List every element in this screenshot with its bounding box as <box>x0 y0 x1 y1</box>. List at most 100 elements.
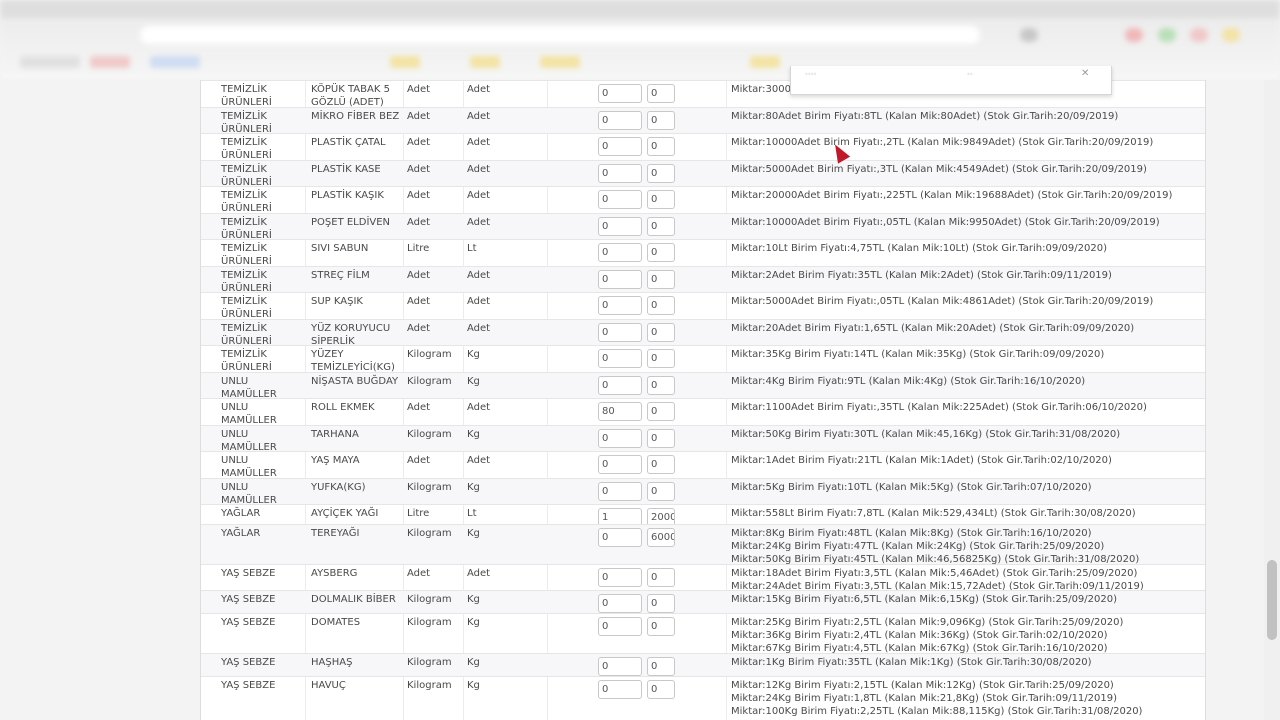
stock-info-line: Miktar:558Lt Birim Fiyatı:7,8TL (Kalan M… <box>731 508 1136 519</box>
product-name-cell: AYSBERG <box>311 568 358 579</box>
unit-cell: Kilogram <box>407 376 452 387</box>
quantity-input[interactable]: 0 <box>598 594 642 613</box>
amount-input[interactable]: 0 <box>647 111 675 130</box>
amount-input[interactable]: 0 <box>647 429 675 448</box>
extension-icon[interactable] <box>1190 28 1208 42</box>
extension-icon[interactable] <box>1020 28 1038 42</box>
quantity-input[interactable]: 0 <box>598 243 642 262</box>
quantity-input[interactable]: 0 <box>598 568 642 587</box>
stock-info-cell: Miktar:10000Adet Birim Fiyatı:,2TL (Kala… <box>731 136 1201 149</box>
quantity-input[interactable]: 0 <box>598 217 642 236</box>
amount-input[interactable]: 0 <box>647 349 675 368</box>
quantity-input[interactable]: 0 <box>598 190 642 209</box>
product-name-cell: HAVUÇ <box>311 680 346 691</box>
unit-cell: Adet <box>407 190 431 201</box>
amount-input[interactable]: 0 <box>647 137 675 156</box>
close-icon[interactable]: ✕ <box>1081 68 1089 79</box>
quantity-input[interactable]: 0 <box>598 296 642 315</box>
amount-input[interactable]: 0 <box>647 680 675 699</box>
autocomplete-dropdown[interactable]: ···· ·· ✕ <box>790 66 1112 95</box>
quantity-input[interactable]: 0 <box>598 137 642 156</box>
browser-tab-bar[interactable] <box>0 0 1280 18</box>
quantity-input[interactable]: 0 <box>598 680 642 699</box>
quantity-input[interactable]: 0 <box>598 270 642 289</box>
quantity-input[interactable]: 0 <box>598 657 642 676</box>
bookmark-item[interactable] <box>90 56 130 68</box>
quantity-input[interactable]: 0 <box>598 376 642 395</box>
bookmark-item[interactable] <box>20 56 80 68</box>
amount-input[interactable]: 0 <box>647 243 675 262</box>
product-name-cell: DOMATES <box>311 617 361 628</box>
amount-input[interactable]: 0 <box>647 217 675 236</box>
quantity-input[interactable]: 0 <box>598 111 642 130</box>
stock-info-line: Miktar:8Kg Birim Fiyatı:48TL (Kalan Mik:… <box>731 528 1092 539</box>
unit-cell: Adet <box>407 402 431 413</box>
amount-input[interactable]: 0 <box>647 455 675 474</box>
amount-input[interactable]: 0 <box>647 323 675 342</box>
amount-input[interactable]: 0 <box>647 190 675 209</box>
quantity-input[interactable]: 80 <box>598 402 642 421</box>
amount-input[interactable]: 0 <box>647 482 675 501</box>
address-bar[interactable] <box>140 26 980 44</box>
category-cell: YAŞ SEBZE <box>221 657 276 668</box>
stock-info-cell: Miktar:50Kg Birim Fiyatı:30TL (Kalan Mik… <box>731 428 1201 441</box>
stock-info-line: Miktar:5000Adet Birim Fiyatı:,3TL (Kalan… <box>731 164 1147 175</box>
unit-short-cell: Adet <box>467 137 491 148</box>
amount-input[interactable]: 0 <box>647 84 675 103</box>
quantity-input[interactable]: 0 <box>598 429 642 448</box>
quantity-input[interactable]: 0 <box>598 617 642 636</box>
scrollbar-thumb[interactable] <box>1267 560 1277 640</box>
unit-cell: Kilogram <box>407 482 452 493</box>
quantity-input[interactable]: 0 <box>598 164 642 183</box>
product-name-cell: YUFKA(KG) <box>311 482 366 493</box>
amount-input[interactable]: 0 <box>647 376 675 395</box>
stock-info-cell: Miktar:8Kg Birim Fiyatı:48TL (Kalan Mik:… <box>731 527 1201 566</box>
category-cell: TEMİZLİK ÜRÜNLERİ <box>221 84 272 108</box>
quantity-input[interactable]: 0 <box>598 528 642 547</box>
unit-cell: Adet <box>407 455 431 466</box>
unit-short-cell: Adet <box>467 270 491 281</box>
unit-cell: Adet <box>407 111 431 122</box>
amount-input[interactable]: 0 <box>647 402 675 421</box>
category-cell: YAŞ SEBZE <box>221 568 276 579</box>
bookmark-item[interactable] <box>540 56 580 68</box>
amount-input[interactable]: 0 <box>647 617 675 636</box>
product-name-cell: AYÇİÇEK YAĞI <box>311 508 379 519</box>
stock-info-line: Miktar:50Kg Birim Fiyatı:30TL (Kalan Mik… <box>731 429 1121 440</box>
extension-icon[interactable] <box>1222 28 1240 42</box>
stock-info-line: Miktar:18Adet Birim Fiyatı:3,5TL (Kalan … <box>731 568 1138 579</box>
unit-cell: Adet <box>407 296 431 307</box>
extension-icon[interactable] <box>1158 28 1176 42</box>
quantity-input[interactable]: 0 <box>598 349 642 368</box>
quantity-input[interactable]: 0 <box>598 323 642 342</box>
amount-input[interactable]: 0 <box>647 164 675 183</box>
amount-input[interactable]: 6000 <box>647 528 675 547</box>
amount-input[interactable]: 0 <box>647 594 675 613</box>
unit-short-cell: Kg <box>467 429 480 440</box>
extension-icon[interactable] <box>1125 28 1143 42</box>
page-scrollbar[interactable] <box>1264 80 1280 720</box>
bookmark-item[interactable] <box>150 56 200 68</box>
amount-input[interactable]: 0 <box>647 568 675 587</box>
bookmark-item[interactable] <box>390 56 420 68</box>
bookmark-item[interactable] <box>750 56 780 68</box>
unit-short-cell: Adet <box>467 568 491 579</box>
dropdown-text: ···· <box>805 70 817 80</box>
amount-input[interactable]: 0 <box>647 270 675 289</box>
amount-input[interactable]: 0 <box>647 296 675 315</box>
unit-short-cell: Adet <box>467 402 491 413</box>
unit-short-cell: Adet <box>467 111 491 122</box>
unit-short-cell: Kg <box>467 349 480 360</box>
stock-info-cell: Miktar:5000Adet Birim Fiyatı:,3TL (Kalan… <box>731 163 1201 176</box>
table-row: UNLU MAMÜLLER ROLL EKMEK Adet Adet 80 0 Miktar… <box>201 398 1205 426</box>
stock-info-cell: Miktar:5Kg Birim Fiyatı:10TL (Kalan Mik:… <box>731 481 1201 494</box>
stock-info-line: Miktar:10Lt Birim Fiyatı:4,75TL (Kalan M… <box>731 243 1108 254</box>
unit-short-cell: Lt <box>467 243 477 254</box>
quantity-input[interactable]: 0 <box>598 455 642 474</box>
table-row: UNLU MAMÜLLER YUFKA(KG) Kilogram Kg 0 0 Miktar… <box>201 478 1205 506</box>
quantity-input[interactable]: 0 <box>598 84 642 103</box>
amount-input[interactable]: 0 <box>647 657 675 676</box>
bookmark-item[interactable] <box>470 56 500 68</box>
stock-info-cell: Miktar:558Lt Birim Fiyatı:7,8TL (Kalan M… <box>731 507 1201 520</box>
quantity-input[interactable]: 0 <box>598 482 642 501</box>
